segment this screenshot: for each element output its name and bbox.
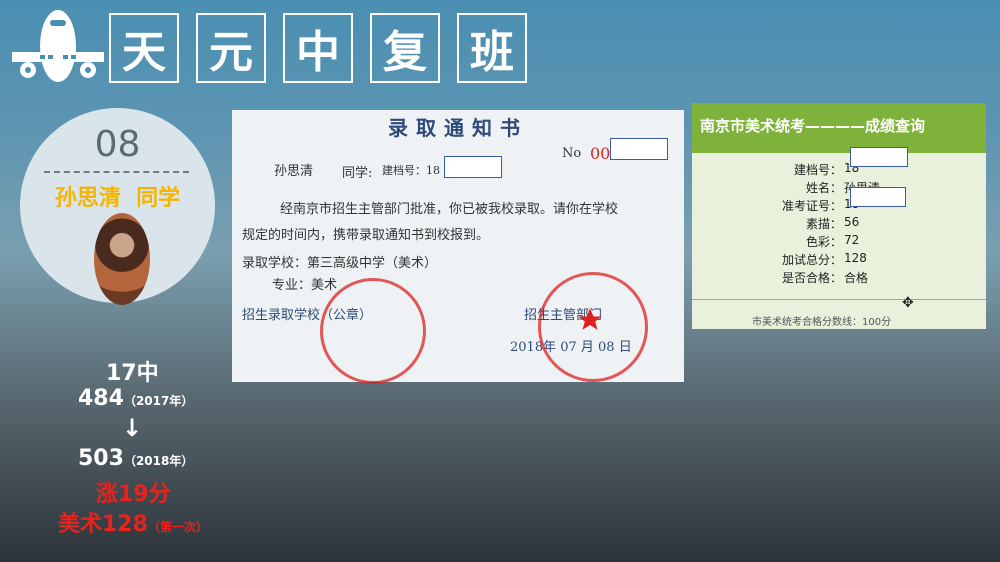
name-text: 孙思清	[54, 186, 121, 211]
notice-no-label: No	[562, 146, 582, 161]
student-photo	[94, 213, 150, 305]
notice-body-1: 经南京市招生主管部门批准，你已被我校录取。请你在学校	[280, 202, 619, 217]
notice-major: 专业：美术	[272, 278, 338, 293]
row-label: 色彩：	[805, 235, 842, 249]
title-char: 元	[196, 13, 266, 83]
redacted-box	[444, 156, 502, 178]
art-note: （第一次）	[147, 520, 208, 534]
score-card-title: 南京市美术统考————成绩查询	[700, 117, 926, 135]
score-card-footer: 市美术统考合格分数线：100分	[752, 317, 892, 328]
name-suffix: 同学	[136, 186, 181, 211]
divider	[692, 299, 986, 300]
notice-no-prefix: 00	[590, 144, 611, 163]
score-card-header: 南京市美术统考————成绩查询	[692, 103, 986, 153]
title-char: 中	[283, 13, 353, 83]
redacted-box	[850, 147, 908, 167]
row-label: 加试总分：	[781, 253, 842, 267]
admission-notice: 录取通知书 No 00 孙思清 同学: 建档号：18 经南京市招生主管部门批准，…	[232, 110, 684, 384]
redacted-box	[610, 138, 668, 160]
school-label: 17中	[106, 361, 159, 386]
redacted-box	[850, 187, 906, 207]
score-card: 南京市美术统考————成绩查询 建档号： 18 姓名： 孙思清 准考证号： 18…	[692, 103, 986, 329]
year-2017: （2017年）	[123, 394, 194, 408]
row-value: 72	[844, 233, 860, 247]
score-2017-value: 484	[78, 386, 124, 411]
title-char: 天	[109, 13, 179, 83]
row-label: 准考证号：	[781, 199, 842, 213]
title-char: 班	[457, 13, 527, 83]
row-label: 建档号：	[793, 163, 842, 177]
school-seal	[320, 278, 426, 384]
score-gain: 涨19分	[96, 482, 171, 507]
divider	[44, 171, 189, 173]
row-value: 合格	[844, 271, 869, 285]
score-2018-value: 503	[78, 446, 124, 471]
student-name: 孙思清 同学	[20, 180, 215, 212]
score-2018: 503（2018年）	[78, 446, 193, 471]
arrow-down-icon: ↓	[122, 414, 143, 442]
title-char: 复	[370, 13, 440, 83]
notice-body-2: 规定的时间内，携带录取通知书到校报到。	[242, 228, 490, 243]
notice-school: 录取学校：第三高级中学（美术）	[242, 256, 438, 271]
year-2018: （2018年）	[123, 454, 194, 468]
row-label: 姓名：	[805, 181, 842, 195]
row-value: 128	[844, 251, 867, 265]
art-score-value: 美术128	[58, 512, 148, 537]
airplane-icon	[12, 10, 104, 82]
score-2017: 484（2017年）	[78, 386, 193, 411]
notice-file-label: 建档号：18	[382, 164, 440, 177]
row-label: 是否合格：	[781, 271, 842, 285]
notice-classmate: 同学:	[342, 166, 373, 181]
row-value: 56	[844, 215, 860, 229]
row-label: 素描：	[805, 217, 842, 231]
student-number: 08	[94, 124, 141, 165]
cursor-icon: ✥	[902, 295, 914, 311]
notice-title: 录取通知书	[388, 116, 528, 140]
art-score: 美术128（第一次）	[58, 506, 208, 538]
star-icon	[578, 308, 602, 330]
notice-name: 孙思清	[274, 164, 314, 179]
